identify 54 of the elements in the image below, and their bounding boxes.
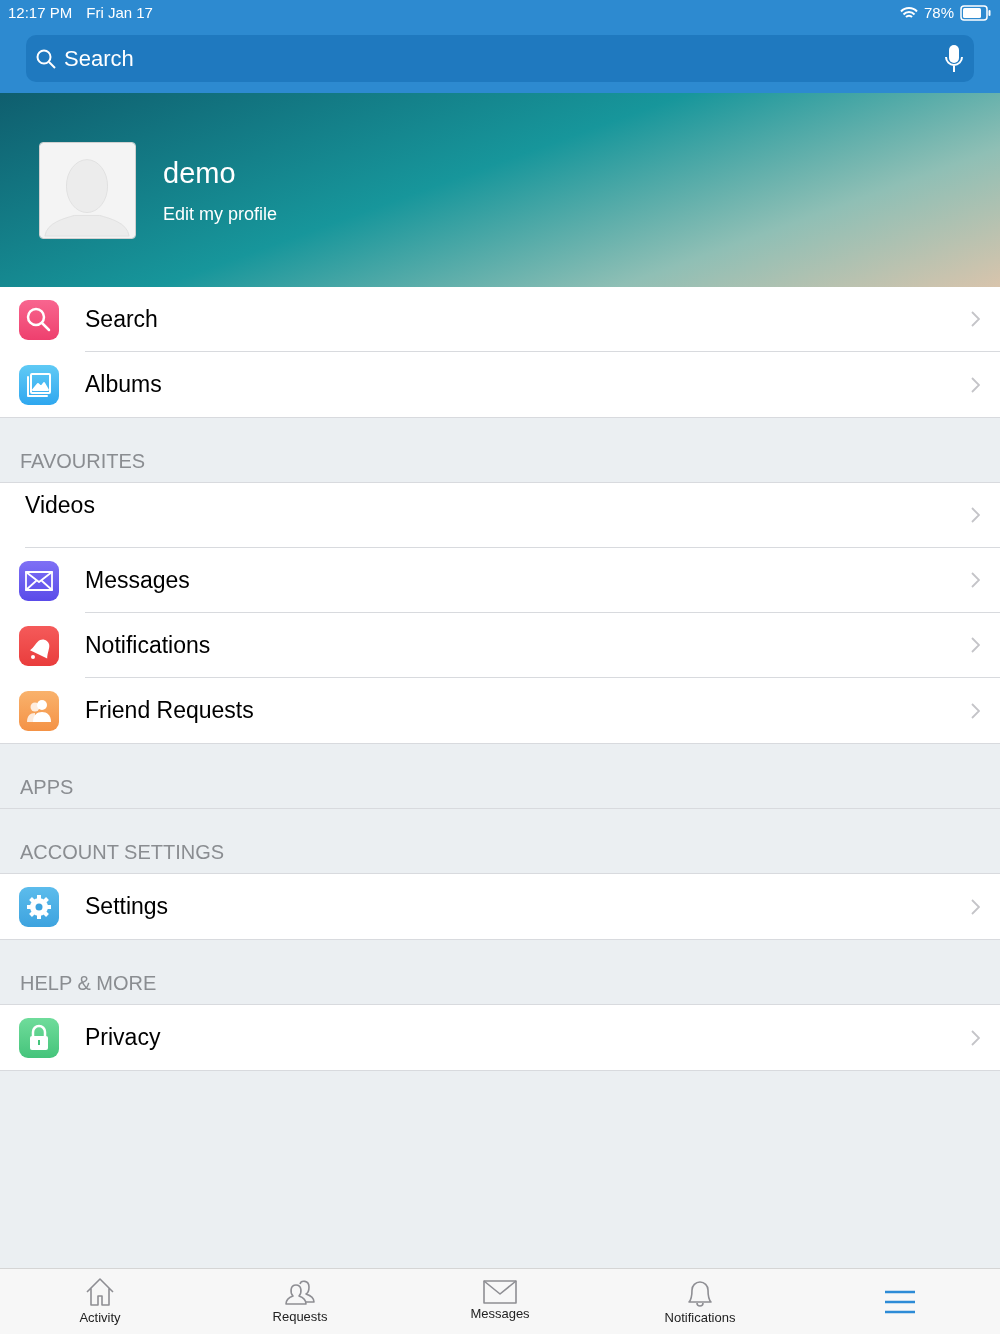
row-label: Search (85, 304, 159, 334)
chevron-icon (970, 637, 980, 653)
tab-button[interactable]: Notifications (600, 1269, 800, 1334)
search-field[interactable]: Search (26, 35, 974, 82)
chevron-icon (970, 702, 980, 719)
menu-row[interactable]: Search (0, 287, 1000, 352)
menu-row[interactable]: Notifications (0, 613, 1000, 678)
battery-icon (960, 5, 992, 21)
row-label: Videos (25, 491, 96, 520)
row-label: Notifications (85, 630, 212, 660)
profile-banner[interactable]: demo Edit my profile (0, 93, 1000, 287)
row-label: Messages (85, 565, 191, 595)
picture-icon (19, 364, 59, 405)
tab-button[interactable]: Messages (400, 1269, 600, 1334)
status-date: Fri Jan 17 (86, 2, 153, 23)
chevron-icon (970, 376, 980, 393)
status-time: 12:17 PM (8, 2, 73, 23)
chevron-icon (970, 311, 980, 327)
lock-icon (19, 1017, 59, 1058)
menu-row[interactable]: Settings (0, 874, 1000, 939)
menu-icon (884, 1289, 916, 1314)
bell-icon (19, 625, 59, 666)
wifi-icon (899, 6, 918, 20)
gear-icon (19, 886, 59, 927)
section-header: APPS (20, 775, 74, 800)
row-label: Albums (85, 370, 163, 400)
menu-row[interactable]: Messages (0, 548, 1000, 613)
home-icon (84, 1275, 116, 1308)
row-label: Privacy (85, 1023, 162, 1053)
menu-row[interactable]: Albums (0, 352, 1000, 417)
edit-profile-link[interactable]: Edit my profile (163, 201, 278, 229)
row-label: Friend Requests (85, 696, 255, 726)
chevron-icon (970, 1029, 980, 1046)
profile-name: demo (163, 155, 237, 191)
tab-button[interactable]: Requests (200, 1269, 400, 1334)
envelope-icon (483, 1279, 517, 1304)
chevron-icon (970, 507, 980, 523)
search-icon (19, 299, 59, 340)
section-header: HELP & MORE (20, 971, 157, 996)
tab-button[interactable]: Activity (0, 1269, 200, 1334)
battery-percent: 78% (923, 2, 954, 23)
menu-row[interactable]: Privacy (0, 1005, 1000, 1070)
menu-row[interactable]: Videos (0, 483, 1000, 548)
section-header: FAVOURITES (20, 449, 146, 474)
search-icon (36, 48, 56, 69)
microphone-icon (944, 43, 964, 74)
row-label: Settings (85, 892, 170, 922)
people-icon (19, 690, 59, 731)
chevron-icon (970, 898, 980, 915)
menu-row[interactable]: Friend Requests (0, 678, 1000, 743)
chevron-icon (970, 572, 980, 588)
section-header: ACCOUNT SETTINGS (20, 840, 225, 865)
envelope-icon (19, 560, 59, 601)
search-input[interactable]: Search (64, 42, 944, 75)
